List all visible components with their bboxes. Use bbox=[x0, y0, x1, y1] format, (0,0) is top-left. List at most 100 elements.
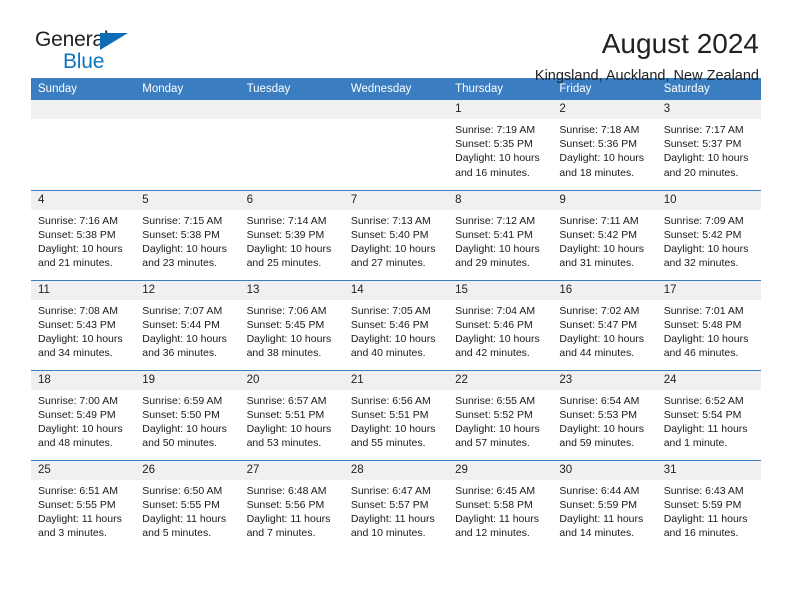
sunrise-text: Sunrise: 7:12 AM bbox=[455, 214, 536, 227]
daylight-text: Daylight: 10 hours and 23 minutes. bbox=[142, 242, 227, 270]
day-number: 31 bbox=[656, 460, 761, 480]
sunrise-text: Sunrise: 6:48 AM bbox=[246, 484, 327, 497]
sunrise-text: Sunrise: 7:08 AM bbox=[38, 304, 118, 317]
sunrise-text: Sunrise: 7:05 AM bbox=[350, 304, 431, 317]
day-cell-empty bbox=[135, 100, 240, 190]
day-number: 13 bbox=[239, 280, 344, 300]
day-cell[interactable]: 3 Sunrise: 7:17 AM Sunset: 5:37 PM Daylight… bbox=[656, 100, 761, 190]
sunrise-text: Sunrise: 6:54 AM bbox=[559, 394, 640, 407]
day-number bbox=[239, 100, 344, 119]
sunset-text: Sunset: 5:35 PM bbox=[455, 138, 533, 151]
day-cell[interactable]: 5 Sunrise: 7:15 AM Sunset: 5:38 PM Daylight… bbox=[135, 189, 240, 280]
daylight-text: Daylight: 10 hours and 38 minutes. bbox=[246, 332, 332, 360]
day-number: 2 bbox=[552, 100, 657, 119]
day-cell[interactable]: 27 Sunrise: 6:48 AM Sunset: 5:56 PM Dayligh… bbox=[239, 459, 344, 550]
day-number: 28 bbox=[343, 460, 449, 480]
day-details: Sunrise: 7:16 AM Sunset: 5:38 PM Daylight:… bbox=[31, 210, 135, 271]
day-cell[interactable]: 19 Sunrise: 6:59 AM Sunset: 5:50 PM Dayligh… bbox=[135, 369, 240, 460]
sunset-text: Sunset: 5:50 PM bbox=[142, 408, 220, 421]
day-details: Sunrise: 6:55 AM Sunset: 5:52 PM Daylight:… bbox=[448, 390, 552, 451]
day-cell[interactable]: 1 Sunrise: 7:19 AM Sunset: 5:35 PM Daylight… bbox=[448, 100, 553, 190]
sunrise-text: Sunrise: 7:07 AM bbox=[142, 304, 223, 317]
sunrise-text: Sunrise: 7:19 AM bbox=[455, 124, 536, 136]
day-cell[interactable]: 4 Sunrise: 7:16 AM Sunset: 5:38 PM Daylight… bbox=[31, 189, 136, 280]
sunset-text: Sunset: 5:43 PM bbox=[38, 318, 116, 331]
day-cell[interactable]: 6 Sunrise: 7:14 AM Sunset: 5:39 PM Daylight… bbox=[239, 189, 344, 280]
sunset-text: Sunset: 5:56 PM bbox=[246, 498, 325, 511]
day-cell[interactable]: 10 Sunrise: 7:09 AM Sunset: 5:42 PM Dayligh… bbox=[656, 189, 761, 280]
day-cell-empty bbox=[239, 100, 344, 190]
day-details: Sunrise: 7:14 AM Sunset: 5:39 PM Daylight:… bbox=[240, 210, 344, 271]
day-number: 9 bbox=[552, 190, 657, 210]
day-cell[interactable]: 15 Sunrise: 7:04 AM Sunset: 5:46 PM Dayligh… bbox=[448, 279, 553, 370]
day-cell[interactable]: 17 Sunrise: 7:01 AM Sunset: 5:48 PM Dayligh… bbox=[656, 279, 761, 370]
day-cell[interactable]: 9 Sunrise: 7:11 AM Sunset: 5:42 PM Daylight… bbox=[552, 189, 657, 280]
sunrise-text: Sunrise: 7:16 AM bbox=[38, 214, 118, 227]
day-number: 23 bbox=[552, 370, 657, 390]
day-cell[interactable]: 23 Sunrise: 6:54 AM Sunset: 5:53 PM Dayligh… bbox=[552, 369, 657, 460]
daylight-text: Daylight: 10 hours and 27 minutes. bbox=[350, 242, 436, 270]
day-cell[interactable]: 24 Sunrise: 6:52 AM Sunset: 5:54 PM Dayligh… bbox=[656, 369, 761, 460]
sunrise-text: Sunrise: 7:18 AM bbox=[559, 124, 640, 136]
sunrise-text: Sunrise: 7:17 AM bbox=[663, 124, 744, 136]
daylight-text: Daylight: 10 hours and 55 minutes. bbox=[350, 422, 436, 450]
weekday-header-sunday: Sunday bbox=[31, 78, 136, 100]
day-cell[interactable]: 21 Sunrise: 6:56 AM Sunset: 5:51 PM Dayligh… bbox=[343, 369, 449, 460]
day-cell[interactable]: 12 Sunrise: 7:07 AM Sunset: 5:44 PM Dayligh… bbox=[135, 279, 240, 370]
day-details: Sunrise: 6:47 AM Sunset: 5:57 PM Daylight:… bbox=[344, 480, 448, 541]
sunset-text: Sunset: 5:47 PM bbox=[559, 318, 638, 331]
daylight-text: Daylight: 10 hours and 50 minutes. bbox=[142, 422, 227, 450]
day-cell[interactable]: 29 Sunrise: 6:45 AM Sunset: 5:58 PM Dayligh… bbox=[448, 459, 553, 550]
general-blue-logo[interactable]: General Blue bbox=[31, 28, 151, 80]
day-cell[interactable]: 18 Sunrise: 7:00 AM Sunset: 5:49 PM Dayligh… bbox=[31, 369, 136, 460]
day-number: 5 bbox=[135, 190, 240, 210]
day-cell[interactable]: 20 Sunrise: 6:57 AM Sunset: 5:51 PM Dayligh… bbox=[239, 369, 344, 460]
day-cell[interactable]: 8 Sunrise: 7:12 AM Sunset: 5:41 PM Daylight… bbox=[448, 189, 553, 280]
calendar-week-row: 18 Sunrise: 7:00 AM Sunset: 5:49 PM Dayligh… bbox=[31, 369, 761, 460]
calendar-body: 1 Sunrise: 7:19 AM Sunset: 5:35 PM Daylight… bbox=[31, 100, 761, 550]
daylight-text: Daylight: 10 hours and 20 minutes. bbox=[663, 152, 749, 179]
sunrise-text: Sunrise: 6:57 AM bbox=[246, 394, 327, 407]
daylight-text: Daylight: 10 hours and 16 minutes. bbox=[455, 152, 540, 179]
day-cell[interactable]: 11 Sunrise: 7:08 AM Sunset: 5:43 PM Dayligh… bbox=[31, 279, 136, 370]
daylight-text: Daylight: 10 hours and 36 minutes. bbox=[142, 332, 227, 360]
day-number bbox=[135, 100, 240, 119]
sunrise-text: Sunrise: 7:00 AM bbox=[38, 394, 118, 407]
day-cell[interactable]: 13 Sunrise: 7:06 AM Sunset: 5:45 PM Dayligh… bbox=[239, 279, 344, 370]
day-details: Sunrise: 7:11 AM Sunset: 5:42 PM Daylight:… bbox=[552, 210, 656, 271]
day-cell[interactable]: 26 Sunrise: 6:50 AM Sunset: 5:55 PM Dayligh… bbox=[135, 459, 240, 550]
day-cell[interactable]: 31 Sunrise: 6:43 AM Sunset: 5:59 PM Dayligh… bbox=[656, 459, 761, 550]
daylight-text: Daylight: 10 hours and 40 minutes. bbox=[350, 332, 436, 360]
daylight-text: Daylight: 10 hours and 29 minutes. bbox=[455, 242, 540, 270]
day-details: Sunrise: 7:04 AM Sunset: 5:46 PM Daylight:… bbox=[448, 300, 552, 361]
calendar-page: General Blue August 2024 Kingsland, Auck… bbox=[0, 0, 792, 612]
day-cell[interactable]: 22 Sunrise: 6:55 AM Sunset: 5:52 PM Dayligh… bbox=[448, 369, 553, 460]
sunset-text: Sunset: 5:48 PM bbox=[663, 318, 742, 331]
sunrise-text: Sunrise: 6:43 AM bbox=[663, 484, 744, 497]
sunrise-text: Sunrise: 7:14 AM bbox=[246, 214, 327, 227]
day-number bbox=[343, 100, 449, 119]
sunrise-text: Sunrise: 7:04 AM bbox=[455, 304, 536, 317]
day-number: 15 bbox=[448, 280, 553, 300]
day-cell[interactable]: 16 Sunrise: 7:02 AM Sunset: 5:47 PM Dayligh… bbox=[552, 279, 657, 370]
day-cell[interactable]: 28 Sunrise: 6:47 AM Sunset: 5:57 PM Dayligh… bbox=[343, 459, 449, 550]
sunrise-text: Sunrise: 7:06 AM bbox=[246, 304, 327, 317]
sunrise-text: Sunrise: 6:47 AM bbox=[350, 484, 431, 497]
daylight-text: Daylight: 10 hours and 21 minutes. bbox=[38, 242, 123, 270]
day-cell[interactable]: 2 Sunrise: 7:18 AM Sunset: 5:36 PM Daylight… bbox=[552, 100, 657, 190]
day-details: Sunrise: 7:09 AM Sunset: 5:42 PM Daylight:… bbox=[657, 210, 761, 271]
daylight-text: Daylight: 10 hours and 46 minutes. bbox=[663, 332, 749, 360]
sunset-text: Sunset: 5:42 PM bbox=[559, 228, 638, 241]
day-number: 7 bbox=[343, 190, 449, 210]
daylight-text: Daylight: 11 hours and 7 minutes. bbox=[246, 512, 331, 540]
day-cell[interactable]: 30 Sunrise: 6:44 AM Sunset: 5:59 PM Dayligh… bbox=[552, 459, 657, 550]
day-cell[interactable]: 14 Sunrise: 7:05 AM Sunset: 5:46 PM Dayligh… bbox=[343, 279, 449, 370]
day-details: Sunrise: 7:12 AM Sunset: 5:41 PM Daylight:… bbox=[448, 210, 552, 271]
sunrise-text: Sunrise: 7:09 AM bbox=[663, 214, 744, 227]
day-number: 27 bbox=[239, 460, 344, 480]
sunrise-text: Sunrise: 7:15 AM bbox=[142, 214, 223, 227]
day-cell[interactable]: 25 Sunrise: 6:51 AM Sunset: 5:55 PM Dayligh… bbox=[31, 459, 136, 550]
day-number: 24 bbox=[656, 370, 761, 390]
day-details: Sunrise: 7:08 AM Sunset: 5:43 PM Daylight:… bbox=[31, 300, 135, 361]
day-cell[interactable]: 7 Sunrise: 7:13 AM Sunset: 5:40 PM Daylight… bbox=[343, 189, 449, 280]
